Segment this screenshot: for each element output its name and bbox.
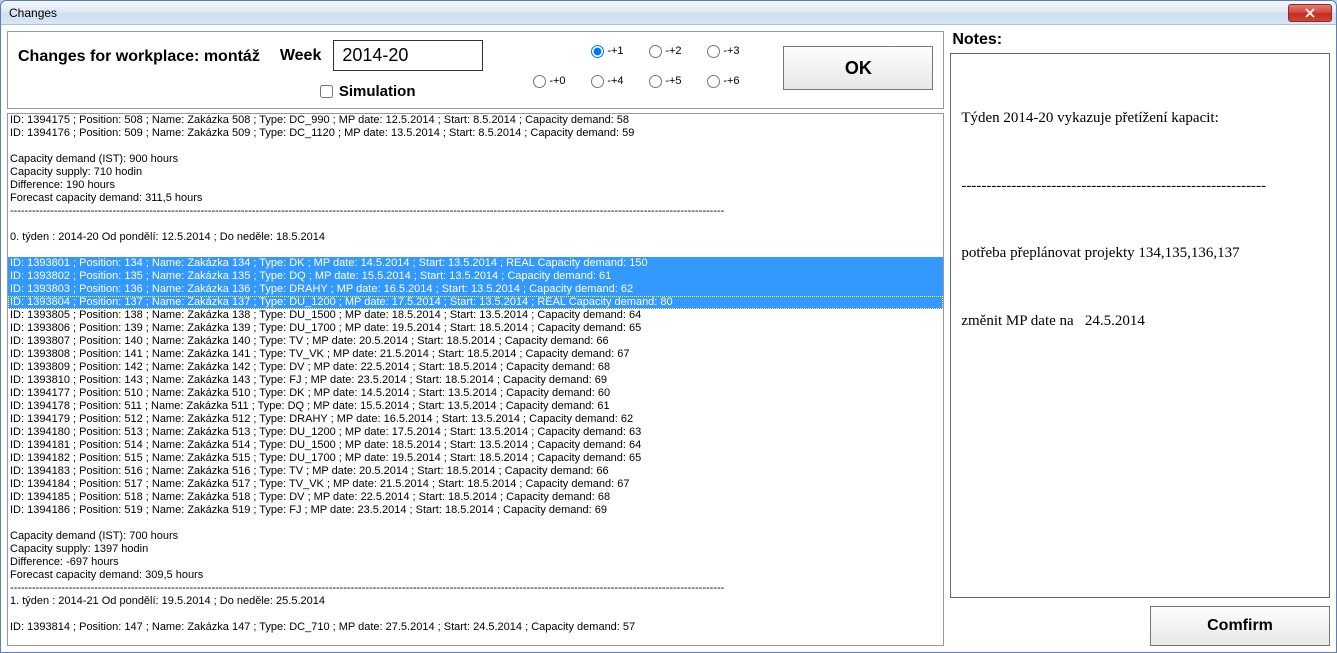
list-item[interactable]: ID: 1393807 ; Position: 140 ; Name: Zaká… bbox=[8, 335, 943, 348]
notes-divider: ----------------------------------------… bbox=[961, 175, 1319, 198]
list-item[interactable]: ID: 1394185 ; Position: 518 ; Name: Zaká… bbox=[8, 491, 943, 504]
window-title: Changes bbox=[5, 6, 1288, 20]
close-button[interactable] bbox=[1288, 4, 1332, 22]
list-divider: ----------------------------------------… bbox=[8, 205, 943, 218]
notes-line: potřeba přeplánovat projekty 134,135,136… bbox=[961, 242, 1319, 265]
list-item[interactable]: ID: 1393802 ; Position: 135 ; Name: Zaká… bbox=[8, 270, 943, 283]
confirm-button[interactable]: Comfirm bbox=[1150, 606, 1330, 646]
radio-plus5[interactable] bbox=[649, 75, 662, 88]
list-item[interactable]: ID: 1393804 ; Position: 137 ; Name: Zaká… bbox=[8, 296, 943, 309]
titlebar: Changes bbox=[1, 1, 1336, 25]
list-item[interactable]: Capacity supply: 710 hodin bbox=[8, 166, 943, 179]
list-item[interactable]: Capacity demand (IST): 700 hours bbox=[8, 530, 943, 543]
list-item[interactable]: ID: 1393805 ; Position: 138 ; Name: Zaká… bbox=[8, 309, 943, 322]
radio-label: -+5 bbox=[665, 75, 681, 87]
panel-title: Changes for workplace: montáž bbox=[18, 48, 260, 66]
notes-line: změnit MP date na 24.5.2014 bbox=[961, 310, 1319, 333]
radio-plus4[interactable] bbox=[591, 75, 604, 88]
list-blank bbox=[8, 517, 943, 530]
radio-label: -+1 bbox=[607, 45, 623, 57]
list-item[interactable]: ID: 1393808 ; Position: 141 ; Name: Zaká… bbox=[8, 348, 943, 361]
list-item[interactable]: ID: 1394180 ; Position: 513 ; Name: Zaká… bbox=[8, 426, 943, 439]
list-item[interactable]: ID: 1393801 ; Position: 134 ; Name: Zaká… bbox=[8, 257, 943, 270]
header-panel: Changes for workplace: montáž Week Simul… bbox=[7, 31, 944, 109]
changes-window: Changes Changes for workplace: montáž We… bbox=[0, 0, 1337, 653]
list-item[interactable]: 0. týden : 2014-20 Od pondělí: 12.5.2014… bbox=[8, 231, 943, 244]
list-item[interactable]: ID: 1394177 ; Position: 510 ; Name: Zaká… bbox=[8, 387, 943, 400]
list-item[interactable]: ID: 1393806 ; Position: 139 ; Name: Zaká… bbox=[8, 322, 943, 335]
radio-label: -+6 bbox=[723, 75, 739, 87]
radio-label: -+4 bbox=[607, 75, 623, 87]
list-item[interactable]: Capacity demand (IST): 900 hours bbox=[8, 153, 943, 166]
changes-list[interactable]: ID: 1394175 ; Position: 508 ; Name: Zaká… bbox=[8, 114, 943, 645]
list-item[interactable]: Capacity supply: 1397 hodin bbox=[8, 543, 943, 556]
list-item[interactable]: ID: 1394176 ; Position: 509 ; Name: Zaká… bbox=[8, 127, 943, 140]
notes-label: Notes: bbox=[950, 31, 1330, 49]
simulation-checkbox[interactable] bbox=[320, 85, 333, 98]
radio-plus2[interactable] bbox=[649, 45, 662, 58]
list-item[interactable]: ID: 1394181 ; Position: 514 ; Name: Zaká… bbox=[8, 439, 943, 452]
list-blank bbox=[8, 140, 943, 153]
list-item[interactable]: ID: 1393803 ; Position: 136 ; Name: Zaká… bbox=[8, 283, 943, 296]
radio-label: -+2 bbox=[665, 45, 681, 57]
list-item[interactable]: ID: 1393809 ; Position: 142 ; Name: Zaká… bbox=[8, 361, 943, 374]
list-item[interactable]: ID: 1394175 ; Position: 508 ; Name: Zaká… bbox=[8, 114, 943, 127]
radio-plus6[interactable] bbox=[707, 75, 720, 88]
radio-label: -+0 bbox=[549, 75, 565, 87]
changes-list-container: ID: 1394175 ; Position: 508 ; Name: Zaká… bbox=[7, 113, 944, 646]
list-item[interactable]: Forecast capacity demand: 309,5 hours bbox=[8, 569, 943, 582]
list-item[interactable]: 1. týden : 2014-21 Od pondělí: 19.5.2014… bbox=[8, 595, 943, 608]
list-item[interactable]: ID: 1394186 ; Position: 519 ; Name: Zaká… bbox=[8, 504, 943, 517]
ok-button[interactable]: OK bbox=[783, 46, 933, 90]
notes-textarea[interactable]: Týden 2014-20 vykazuje přetížení kapacit… bbox=[950, 53, 1330, 598]
week-offset-radios: -+0 -+1 -+2 -+3 -+4 -+5 bbox=[533, 40, 763, 92]
list-item[interactable]: Difference: 190 hours bbox=[8, 179, 943, 192]
close-icon bbox=[1305, 8, 1315, 18]
list-item[interactable]: ID: 1394184 ; Position: 517 ; Name: Zaká… bbox=[8, 478, 943, 491]
list-item[interactable]: ID: 1394182 ; Position: 515 ; Name: Zaká… bbox=[8, 452, 943, 465]
list-item[interactable]: Forecast capacity demand: 311,5 hours bbox=[8, 192, 943, 205]
week-label: Week bbox=[280, 47, 322, 65]
notes-line: Týden 2014-20 vykazuje přetížení kapacit… bbox=[961, 107, 1319, 130]
radio-label: -+3 bbox=[723, 45, 739, 57]
radio-plus0[interactable] bbox=[533, 75, 546, 88]
list-divider: ----------------------------------------… bbox=[8, 582, 943, 595]
list-item[interactable]: ID: 1393810 ; Position: 143 ; Name: Zaká… bbox=[8, 374, 943, 387]
list-blank bbox=[8, 608, 943, 621]
list-item[interactable]: ID: 1394179 ; Position: 512 ; Name: Zaká… bbox=[8, 413, 943, 426]
list-item[interactable]: ID: 1394178 ; Position: 511 ; Name: Zaká… bbox=[8, 400, 943, 413]
week-input[interactable] bbox=[333, 40, 483, 71]
simulation-label: Simulation bbox=[339, 83, 416, 100]
list-blank bbox=[8, 244, 943, 257]
list-blank bbox=[8, 218, 943, 231]
list-item[interactable]: ID: 1393814 ; Position: 147 ; Name: Zaká… bbox=[8, 621, 943, 634]
list-item[interactable]: Difference: -697 hours bbox=[8, 556, 943, 569]
radio-plus3[interactable] bbox=[707, 45, 720, 58]
list-item[interactable]: ID: 1394183 ; Position: 516 ; Name: Zaká… bbox=[8, 465, 943, 478]
radio-plus1[interactable] bbox=[591, 45, 604, 58]
